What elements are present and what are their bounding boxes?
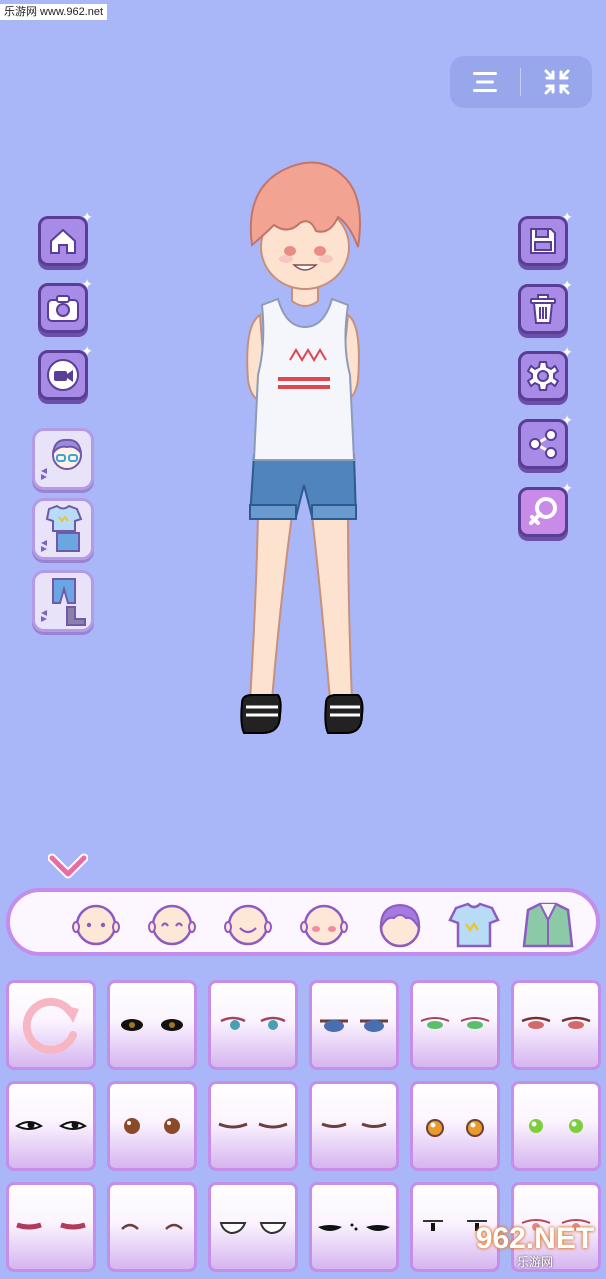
eye-preview	[521, 1016, 591, 1029]
change-pants-shoes-button[interactable]	[32, 570, 94, 632]
home-icon	[50, 228, 76, 254]
eye-option-red-lashes[interactable]	[511, 980, 601, 1070]
eye-preview	[529, 1119, 583, 1133]
camera-button[interactable]: ✦	[38, 278, 93, 333]
trash-icon	[530, 294, 556, 324]
watermark-sub-text: 乐游网	[516, 1255, 553, 1269]
eye-preview	[219, 1222, 287, 1235]
eye-preview	[318, 1223, 390, 1231]
watermark-bottom: 962.NET 乐游网	[470, 1223, 600, 1271]
eye-option-green-lashes[interactable]	[410, 980, 500, 1070]
settings-button[interactable]: ✦	[518, 346, 573, 401]
gender-female-icon	[529, 497, 557, 525]
change-pants-shoes-icon	[41, 578, 86, 626]
eye-option-teal-lashes[interactable]	[208, 980, 298, 1070]
reset-icon	[22, 997, 79, 1054]
mouth-tab[interactable]	[220, 900, 276, 950]
hair-tab[interactable]	[372, 900, 428, 950]
eye-option-black-almond[interactable]	[107, 980, 197, 1070]
save-icon	[530, 228, 556, 254]
share-icon	[529, 429, 557, 459]
eye-option-white-half[interactable]	[208, 1182, 298, 1272]
eye-option-green-sparkle[interactable]	[511, 1081, 601, 1171]
sparkle-icon: ✦	[81, 344, 93, 360]
change-head-icon	[41, 438, 82, 480]
video-button[interactable]: ✦	[38, 345, 93, 400]
left-leg	[248, 514, 294, 701]
watermark-logo-text: 962.NET	[475, 1222, 595, 1255]
collapse-button[interactable]	[522, 56, 592, 108]
eye-preview	[426, 1119, 484, 1137]
collapse-panel-icon[interactable]	[48, 852, 88, 880]
eye-option-red-lashes-closed[interactable]	[6, 1182, 96, 1272]
watermark-top: 乐游网 www.962.net	[0, 4, 108, 20]
hamburger-icon	[473, 72, 497, 92]
character-avatar	[240, 161, 364, 734]
face-shape-tab[interactable]	[68, 900, 124, 950]
video-camera-icon	[47, 359, 79, 391]
eyes-smile-tab[interactable]	[144, 900, 200, 950]
sparkle-icon: ✦	[81, 277, 93, 293]
eye-option-orange-sparkle[interactable]	[410, 1081, 500, 1171]
jacket-tab[interactable]	[520, 900, 576, 950]
sparkle-icon: ✦	[561, 278, 573, 294]
save-button[interactable]: ✦	[518, 211, 573, 266]
eye-option-closed-lashes[interactable]	[208, 1081, 298, 1171]
eye-preview	[420, 1017, 490, 1029]
eye-option-simple-dot[interactable]	[6, 1081, 96, 1171]
eye-preview	[16, 1222, 86, 1230]
sparkle-icon: ✦	[81, 210, 93, 226]
delete-button[interactable]: ✦	[518, 279, 573, 334]
camera-icon	[47, 295, 79, 322]
eye-preview	[220, 1016, 286, 1030]
control-separator	[520, 68, 521, 96]
eye-preview	[124, 1118, 180, 1134]
change-outfit-icon	[41, 504, 83, 552]
gender-button[interactable]: ✦	[518, 482, 573, 537]
eye-option-curved-closed[interactable]	[107, 1182, 197, 1272]
reset-option[interactable]	[6, 980, 96, 1070]
shirt-tab[interactable]	[446, 900, 502, 950]
change-outfit-button[interactable]	[32, 498, 94, 560]
eye-preview	[320, 1019, 388, 1032]
collapse-arrows-icon	[544, 69, 570, 95]
eye-preview	[121, 1223, 183, 1230]
home-button[interactable]: ✦	[38, 211, 93, 266]
category-tabs	[6, 888, 600, 956]
sparkle-icon: ✦	[561, 413, 573, 429]
eye-option-brown-round[interactable]	[107, 1081, 197, 1171]
menu-button[interactable]	[450, 56, 520, 108]
share-button[interactable]: ✦	[518, 414, 573, 469]
sparkle-icon: ✦	[561, 345, 573, 361]
eye-preview	[218, 1122, 288, 1129]
eye-preview	[121, 1019, 183, 1031]
change-head-button[interactable]	[32, 428, 94, 490]
eye-option-dark-squint[interactable]	[309, 1182, 399, 1272]
eye-preview	[15, 1121, 87, 1130]
settings-icon	[527, 361, 559, 391]
blush-tab[interactable]	[296, 900, 352, 950]
sparkle-icon: ✦	[561, 481, 573, 497]
right-leg	[310, 514, 354, 701]
eye-preview	[321, 1122, 387, 1128]
top-control-bar	[450, 56, 592, 108]
eye-option-closed-lashes-2[interactable]	[309, 1081, 399, 1171]
sparkle-icon: ✦	[561, 210, 573, 226]
eye-option-blue-sleepy[interactable]	[309, 980, 399, 1070]
